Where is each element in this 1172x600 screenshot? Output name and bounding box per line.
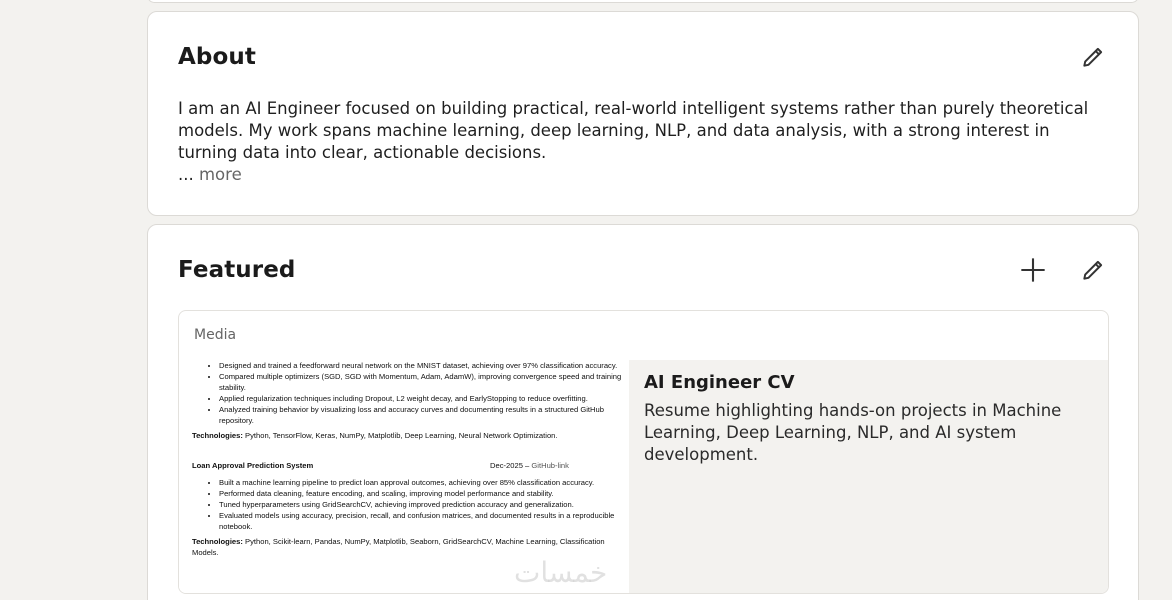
- see-more-link[interactable]: more: [199, 165, 242, 184]
- preview-bullets-1: Designed and trained a feedforward neura…: [179, 360, 629, 426]
- project-title: Loan Approval Prediction System: [192, 461, 314, 470]
- list-item: Compared multiple optimizers (SGD, SGD w…: [219, 371, 629, 393]
- project-date: Dec-2025 – GitHub-link: [490, 460, 569, 471]
- previous-section-card: [147, 0, 1139, 3]
- about-text: I am an AI Engineer focused on building …: [178, 98, 1113, 186]
- edit-featured-button[interactable]: [1075, 252, 1111, 288]
- featured-section: Featured Media Designed and trained a fe…: [147, 224, 1139, 600]
- about-section: About I am an AI Engineer focused on bui…: [147, 11, 1139, 216]
- plus-icon: [1021, 258, 1045, 282]
- technologies-label: Technologies:: [192, 537, 243, 546]
- add-featured-button[interactable]: [1015, 252, 1051, 288]
- list-item: Built a machine learning pipeline to pre…: [219, 477, 629, 488]
- featured-title: Featured: [178, 257, 296, 283]
- featured-description-panel[interactable]: AI Engineer CV Resume highlighting hands…: [629, 360, 1108, 593]
- preview-technologies-2: Technologies: Python, Scikit-learn, Pand…: [179, 536, 629, 558]
- preview-project-header: Loan Approval Prediction System Dec-2025…: [179, 460, 629, 477]
- technologies-list: Python, Scikit-learn, Pandas, NumPy, Mat…: [192, 537, 605, 557]
- about-body: I am an AI Engineer focused on building …: [178, 99, 1089, 162]
- list-item: Tuned hyperparameters using GridSearchCV…: [219, 499, 629, 510]
- watermark-logo: خمسات: [514, 556, 608, 589]
- list-item: Analyzed training behavior by visualizin…: [219, 404, 629, 426]
- edit-about-button[interactable]: [1075, 39, 1111, 75]
- featured-item-title: AI Engineer CV: [644, 372, 795, 393]
- list-item: Evaluated models using accuracy, precisi…: [219, 510, 629, 532]
- list-item: Designed and trained a feedforward neura…: [219, 360, 629, 371]
- pencil-icon: [1083, 47, 1103, 67]
- list-item: Applied regularization techniques includ…: [219, 393, 629, 404]
- preview-bullets-2: Built a machine learning pipeline to pre…: [179, 477, 629, 532]
- about-title: About: [178, 44, 256, 70]
- github-link: GitHub-link: [531, 461, 569, 470]
- featured-media-card[interactable]: Media Designed and trained a feedforward…: [178, 310, 1109, 594]
- technologies-label: Technologies:: [192, 431, 243, 440]
- list-item: Performed data cleaning, feature encodin…: [219, 488, 629, 499]
- pencil-icon: [1083, 260, 1103, 280]
- technologies-list: Python, TensorFlow, Keras, NumPy, Matplo…: [242, 431, 558, 440]
- featured-item-description: Resume highlighting hands-on projects in…: [644, 401, 1062, 464]
- media-label: Media: [194, 327, 237, 343]
- project-date-text: Dec-2025 –: [490, 461, 532, 470]
- preview-technologies-1: Technologies: Python, TensorFlow, Keras,…: [179, 430, 629, 441]
- about-ellipsis: ...: [178, 165, 199, 184]
